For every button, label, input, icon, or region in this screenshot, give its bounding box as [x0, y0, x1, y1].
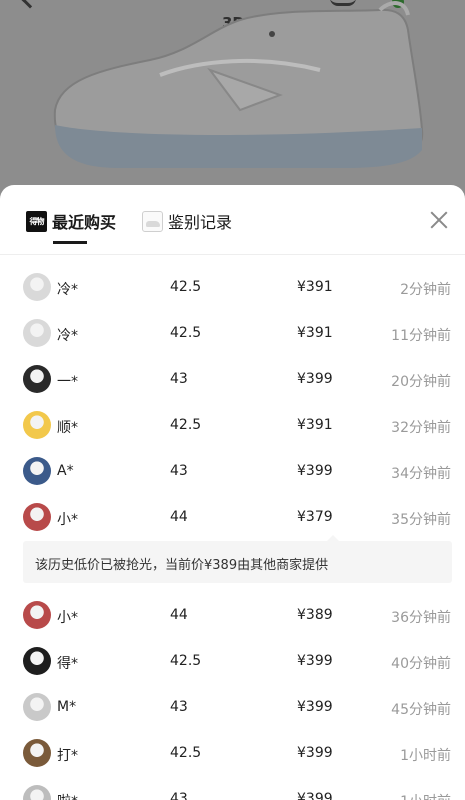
purchase-row[interactable]: 小* 44 ¥389 36分钟前 [0, 593, 465, 639]
avatar [23, 647, 51, 675]
shoe-size: 44 [170, 509, 188, 525]
avatar [23, 601, 51, 629]
close-icon[interactable] [428, 209, 450, 231]
purchase-time: 40分钟前 [391, 656, 451, 672]
shoe-size: 42.5 [170, 279, 202, 295]
shoe-size: 43 [170, 699, 188, 715]
purchase-row[interactable]: 顺* 42.5 ¥391 32分钟前 [0, 403, 465, 449]
buyer-name: A* [57, 463, 74, 479]
avatar [23, 411, 51, 439]
purchase-price: ¥399 [297, 699, 333, 715]
purchase-time: 35分钟前 [391, 512, 451, 528]
purchase-price: ¥379 [297, 509, 333, 525]
tab-authentication-records-label: 鉴别记录 [168, 213, 233, 232]
buyer-name: 得* [57, 656, 78, 672]
shoe-size: 42.5 [170, 325, 202, 341]
shoe-size: 42.5 [170, 653, 202, 669]
purchase-row[interactable]: 小* 44 ¥379 35分钟前 [0, 495, 465, 541]
tab-recent-purchases-label: 最近购买 [52, 213, 117, 232]
dewu-logo-icon: 得物 [26, 210, 47, 232]
buyer-name: 啦* [57, 791, 78, 800]
buyer-name: 一* [57, 374, 78, 390]
product-image-area: 3D > [0, 0, 465, 200]
purchase-row[interactable]: M* 43 ¥399 45分钟前 [0, 685, 465, 731]
purchase-row[interactable]: 冷* 42.5 ¥391 2分钟前 [0, 265, 465, 311]
avatar [23, 503, 51, 531]
purchase-time: 2分钟前 [400, 282, 451, 298]
purchase-row[interactable]: 一* 43 ¥399 20分钟前 [0, 357, 465, 403]
buyer-name: 小* [57, 512, 78, 528]
purchase-price: ¥399 [297, 463, 333, 479]
purchase-price: ¥391 [297, 279, 333, 295]
tab-bar: 得物 最近购买 鉴别记录 [0, 185, 465, 255]
purchase-price: ¥399 [297, 745, 333, 761]
tab-authentication-records[interactable]: 鉴别记录 [142, 209, 232, 233]
shoe-size: 42.5 [170, 417, 202, 433]
shoe-size: 44 [170, 607, 188, 623]
shoe-size: 43 [170, 463, 188, 479]
buyer-name: 小* [57, 610, 78, 626]
avatar [23, 693, 51, 721]
purchase-time: 20分钟前 [391, 374, 451, 390]
avatar [23, 785, 51, 800]
shoe-size: 43 [170, 791, 188, 800]
avatar [23, 457, 51, 485]
purchase-row[interactable]: 得* 42.5 ¥399 40分钟前 [0, 639, 465, 685]
purchase-row[interactable]: 打* 42.5 ¥399 1小时前 [0, 731, 465, 777]
purchase-time: 1小时前 [400, 791, 451, 800]
purchase-price: ¥399 [297, 791, 333, 800]
purchase-price: ¥391 [297, 417, 333, 433]
purchase-price: ¥399 [297, 371, 333, 387]
recent-purchases-sheet: 得物 最近购买 鉴别记录 冷* 42.5 ¥391 2分钟前 冷* 42.5 ¥391 11分… [0, 185, 465, 800]
purchase-row[interactable]: A* 43 ¥399 34分钟前 [0, 449, 465, 495]
buyer-name: 冷* [57, 282, 78, 298]
price-notice: 该历史低价已被抢光，当前价¥389由其他商家提供 [23, 541, 452, 583]
purchase-price: ¥399 [297, 653, 333, 669]
purchase-time: 32分钟前 [391, 420, 451, 436]
purchase-time: 34分钟前 [391, 466, 451, 482]
avatar [23, 365, 51, 393]
sneaker-image [53, 1, 424, 168]
shoe-size: 42.5 [170, 745, 202, 761]
purchase-time: 36分钟前 [391, 610, 451, 626]
buyer-name: 顺* [57, 420, 78, 436]
back-icon[interactable] [21, 0, 39, 9]
buyer-name: 冷* [57, 328, 78, 344]
avatar [23, 273, 51, 301]
purchase-price: ¥389 [297, 607, 333, 623]
tab-recent-purchases[interactable]: 得物 最近购买 [26, 209, 116, 233]
purchase-row[interactable]: 冷* 42.5 ¥391 11分钟前 [0, 311, 465, 357]
shoe-icon [142, 210, 163, 232]
buyer-name: M* [57, 699, 77, 715]
purchase-time: 45分钟前 [391, 702, 451, 718]
avatar [23, 739, 51, 767]
purchase-time: 11分钟前 [391, 328, 451, 344]
buyer-name: 打* [57, 748, 78, 764]
purchase-time: 1小时前 [400, 748, 451, 764]
avatar [23, 319, 51, 347]
shoe-size: 43 [170, 371, 188, 387]
purchase-price: ¥391 [297, 325, 333, 341]
purchase-row[interactable]: 啦* 43 ¥399 1小时前 [0, 777, 465, 800]
active-tab-indicator [53, 241, 87, 244]
